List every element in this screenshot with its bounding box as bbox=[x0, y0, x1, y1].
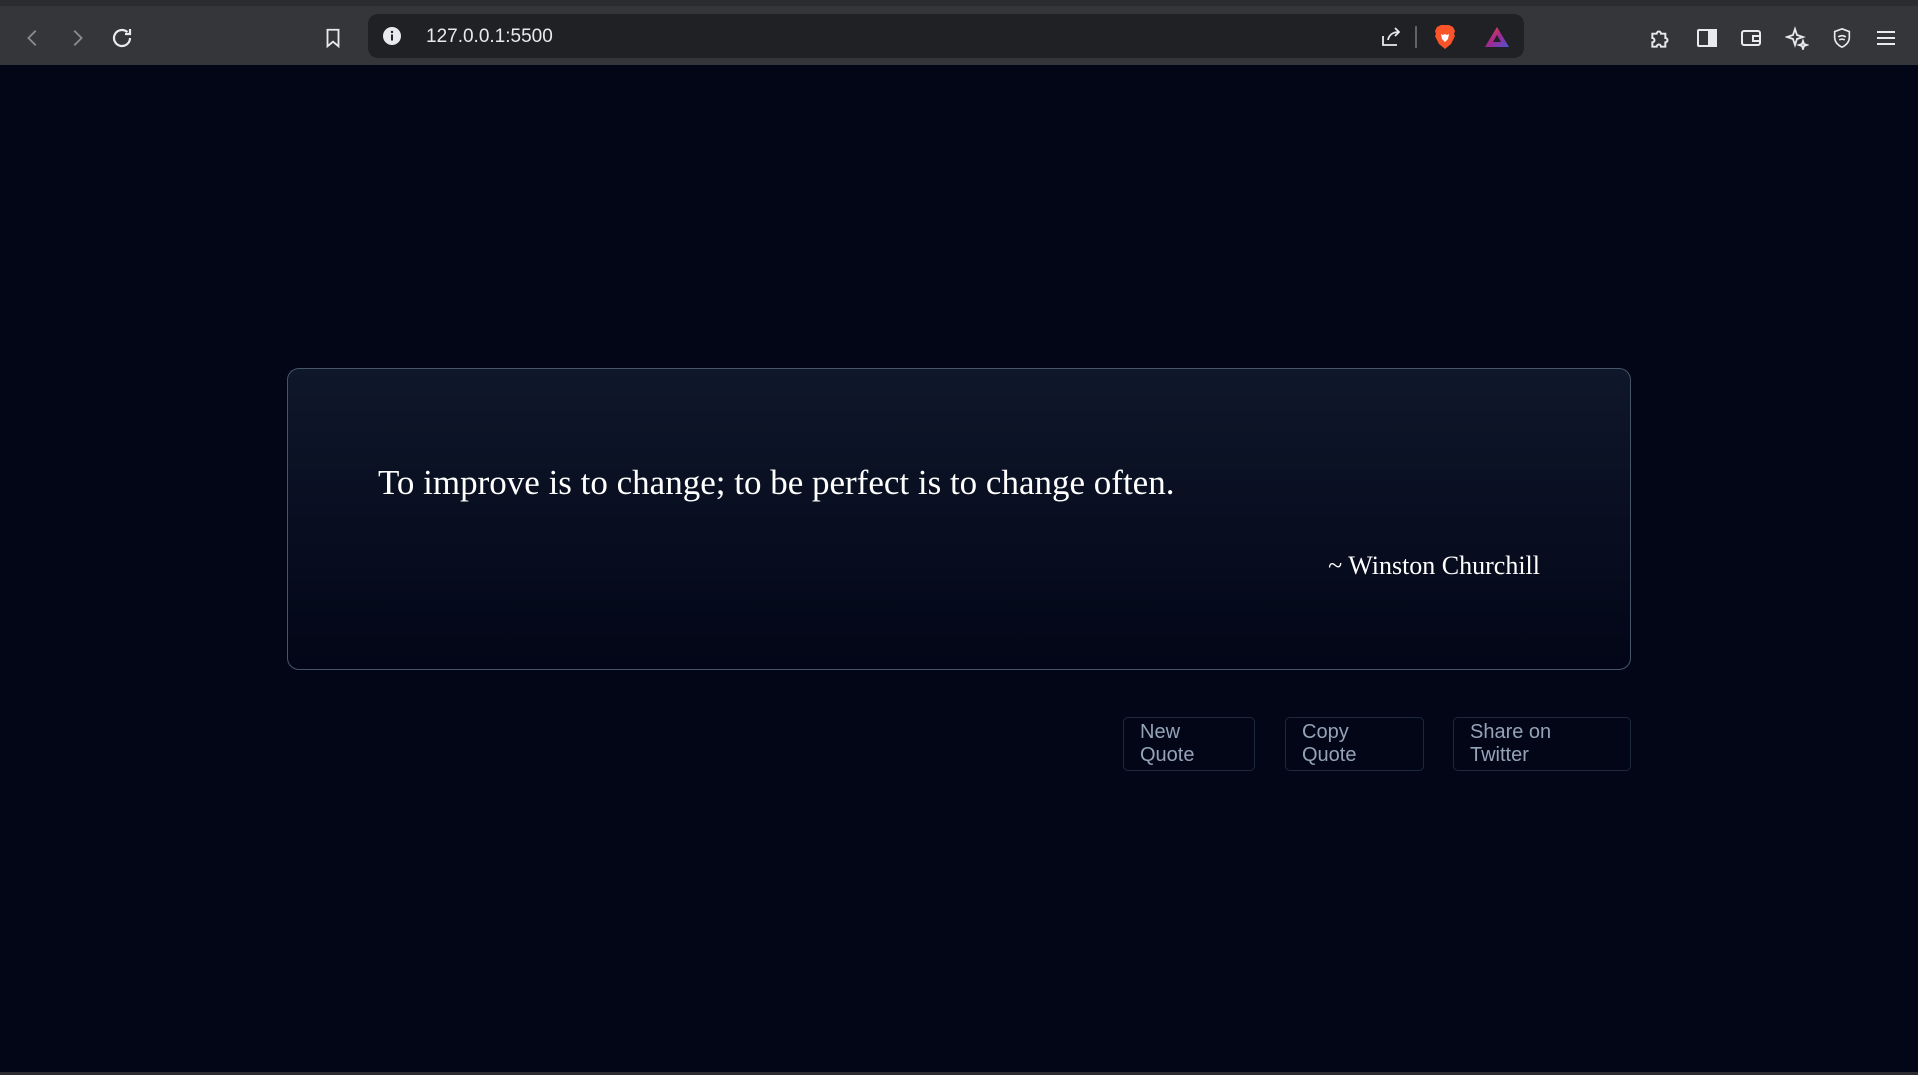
url-text: 127.0.0.1:5500 bbox=[426, 26, 553, 47]
reload-icon bbox=[112, 28, 132, 48]
quote-text: To improve is to change; to be perfect i… bbox=[378, 463, 1175, 502]
menu-button[interactable] bbox=[1870, 22, 1902, 54]
leo-button[interactable] bbox=[1781, 22, 1813, 54]
forward-button[interactable] bbox=[59, 20, 95, 56]
quote-card: To improve is to change; to be perfect i… bbox=[287, 368, 1631, 670]
sparkle-icon bbox=[1785, 26, 1809, 50]
vpn-button[interactable] bbox=[1826, 22, 1858, 54]
chevron-right-icon bbox=[73, 30, 83, 46]
hamburger-icon bbox=[1877, 31, 1895, 45]
wallet-button[interactable] bbox=[1735, 22, 1767, 54]
quote-author: ~ Winston Churchill bbox=[1328, 551, 1540, 580]
wallet-icon bbox=[1741, 30, 1761, 46]
sidebar-icon bbox=[1697, 29, 1717, 47]
share-twitter-button[interactable]: Share on Twitter bbox=[1453, 717, 1631, 771]
bookmark-button[interactable] bbox=[315, 20, 351, 56]
bookmark-icon bbox=[326, 28, 340, 49]
site-info-button[interactable] bbox=[382, 26, 402, 46]
brave-shields-button[interactable] bbox=[1432, 24, 1458, 50]
sidebar-button[interactable] bbox=[1691, 22, 1723, 54]
omnibox-divider bbox=[1415, 26, 1417, 48]
page-viewport: To improve is to change; to be perfect i… bbox=[0, 65, 1918, 1072]
share-button[interactable] bbox=[1378, 24, 1404, 50]
puzzle-icon bbox=[1651, 30, 1669, 48]
copy-quote-button[interactable]: Copy Quote bbox=[1285, 717, 1424, 771]
new-quote-button[interactable]: New Quote bbox=[1123, 717, 1255, 771]
reload-button[interactable] bbox=[104, 20, 140, 56]
chevron-left-icon bbox=[27, 30, 37, 46]
extensions-button[interactable] bbox=[1645, 22, 1677, 54]
share-icon bbox=[1382, 27, 1401, 46]
back-button[interactable] bbox=[15, 20, 51, 56]
brave-lion-icon bbox=[1435, 25, 1455, 49]
info-icon bbox=[383, 27, 401, 45]
browser-toolbar: 127.0.0.1:5500 bbox=[0, 0, 1918, 65]
triangle-icon bbox=[1485, 27, 1509, 47]
brave-rewards-button[interactable] bbox=[1484, 24, 1510, 50]
address-bar[interactable]: 127.0.0.1:5500 bbox=[368, 14, 1524, 58]
shield-icon bbox=[1833, 27, 1851, 49]
